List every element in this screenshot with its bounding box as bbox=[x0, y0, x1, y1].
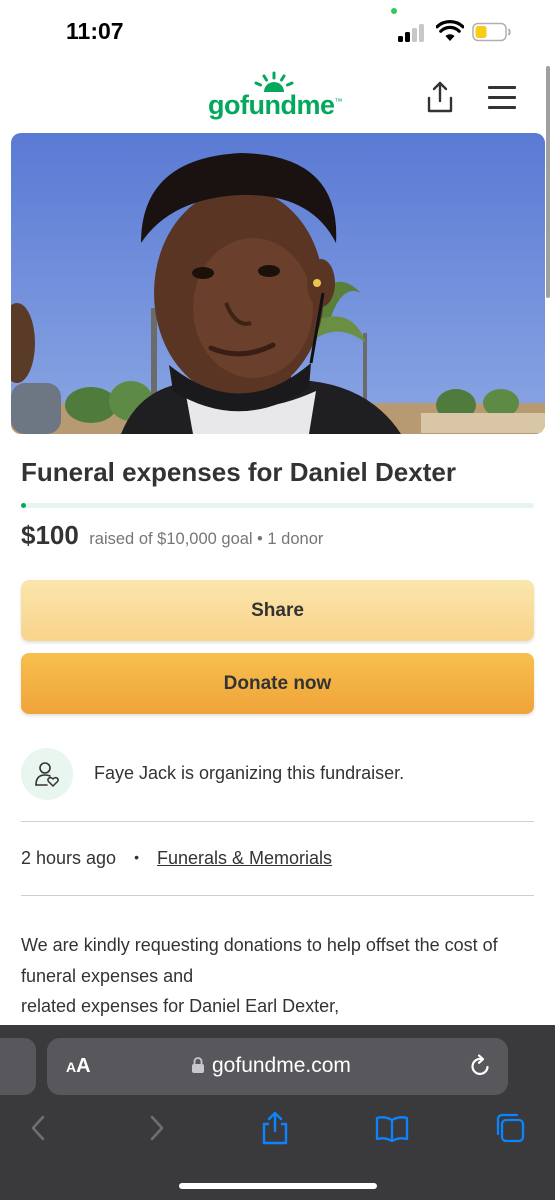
share-button[interactable]: Share bbox=[21, 580, 534, 641]
hamburger-menu-icon[interactable] bbox=[488, 86, 516, 109]
campaign-story: We are kindly requesting donations to he… bbox=[21, 930, 534, 1022]
book-icon bbox=[375, 1116, 409, 1142]
progress-bar-fill bbox=[21, 503, 27, 508]
forward-button[interactable] bbox=[139, 1110, 175, 1146]
back-button[interactable] bbox=[20, 1110, 56, 1146]
share-icon[interactable] bbox=[424, 80, 456, 114]
previous-tab-preview[interactable] bbox=[0, 1038, 36, 1095]
scroll-indicator bbox=[546, 66, 550, 298]
site-header: gofundme™ bbox=[0, 62, 555, 132]
status-time: 11:07 bbox=[66, 18, 124, 44]
tabs-button[interactable] bbox=[492, 1110, 528, 1146]
text-size-button[interactable]: AA bbox=[66, 1055, 91, 1078]
organizer-text: Faye Jack is organizing this fundraiser. bbox=[94, 763, 405, 783]
chevron-right-icon bbox=[150, 1115, 164, 1141]
cellular-signal-icon bbox=[398, 24, 428, 42]
funding-summary: $100 raised of $10,000 goal • 1 donor bbox=[21, 520, 323, 551]
story-line: We are kindly requesting donations to he… bbox=[21, 935, 498, 986]
amount-raised: $100 bbox=[21, 520, 79, 550]
tabs-icon bbox=[496, 1113, 525, 1143]
lock-icon bbox=[192, 1057, 204, 1073]
bookmarks-button[interactable] bbox=[374, 1110, 410, 1146]
share-icon bbox=[262, 1111, 288, 1145]
campaign-meta: 2 hours ago • Funerals & Memorials bbox=[21, 848, 332, 869]
browser-toolbar: AA gofundme.com bbox=[0, 1025, 555, 1200]
goal-text: raised of $10,000 goal bbox=[89, 530, 253, 548]
created-time: 2 hours ago bbox=[21, 848, 117, 868]
wifi-icon bbox=[436, 20, 464, 41]
campaign-title: Funeral expenses for Daniel Dexter bbox=[21, 457, 456, 487]
story-line: related expenses for Daniel Earl Dexter, bbox=[21, 996, 340, 1016]
camera-indicator-dot bbox=[391, 8, 397, 14]
campaign-photo bbox=[11, 133, 545, 434]
bullet-separator: • bbox=[257, 530, 268, 548]
gofundme-logo[interactable]: gofundme™ bbox=[208, 70, 358, 126]
category-link[interactable]: Funerals & Memorials bbox=[157, 848, 332, 868]
meta-separator: • bbox=[134, 849, 139, 865]
url-domain: gofundme.com bbox=[212, 1054, 351, 1077]
chevron-left-icon bbox=[31, 1115, 45, 1141]
divider bbox=[21, 895, 534, 896]
battery-icon bbox=[472, 22, 511, 42]
browser-share-button[interactable] bbox=[257, 1110, 293, 1146]
address-bar[interactable]: AA gofundme.com bbox=[47, 1038, 508, 1095]
organizer-avatar bbox=[21, 748, 73, 800]
organizer-row[interactable]: Faye Jack is organizing this fundraiser. bbox=[21, 748, 534, 800]
reload-icon[interactable] bbox=[468, 1054, 492, 1078]
donate-now-button[interactable]: Donate now bbox=[21, 653, 534, 714]
divider bbox=[21, 821, 534, 822]
logo-text: gofundme™ bbox=[208, 90, 342, 120]
progress-bar bbox=[21, 503, 534, 508]
status-bar: 11:07 bbox=[0, 0, 555, 62]
user-heart-icon bbox=[35, 762, 59, 787]
home-indicator bbox=[179, 1183, 377, 1189]
donor-count: 1 donor bbox=[267, 530, 324, 548]
